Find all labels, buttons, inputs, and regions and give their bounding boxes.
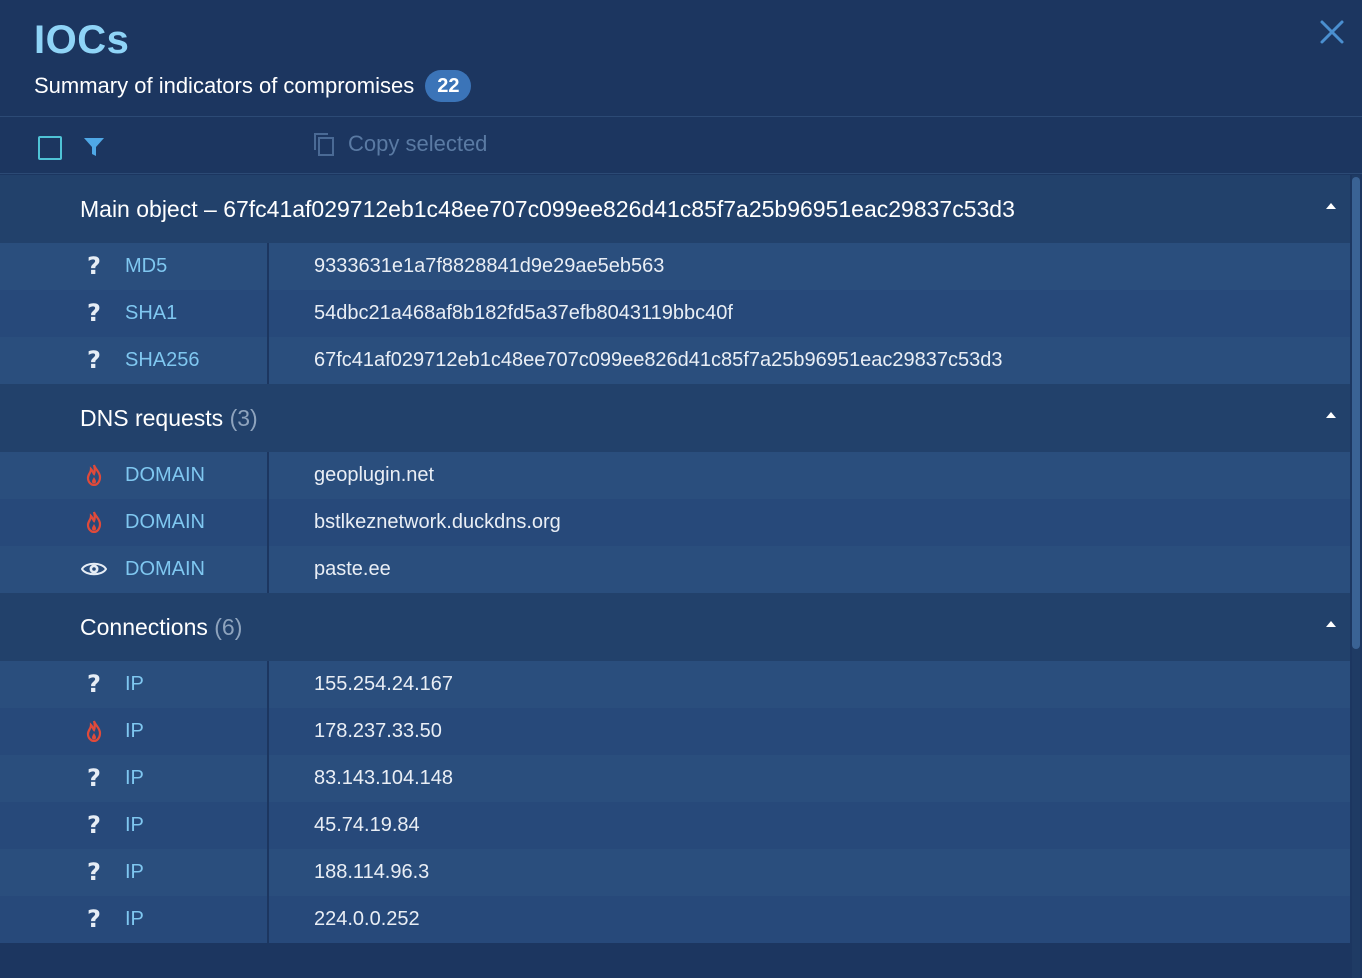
ioc-value: 224.0.0.252 (314, 908, 420, 930)
copy-selected-label: Copy selected (348, 131, 488, 156)
question-icon: ? (87, 670, 101, 698)
section-title-text: Connections (80, 613, 208, 640)
ioc-row[interactable]: ? IP 155.254.24.167 (0, 661, 1350, 708)
fire-icon (80, 717, 108, 745)
ioc-type: SHA256 (125, 349, 200, 371)
ioc-type: MD5 (125, 255, 168, 277)
section-title: DNS requests (3) (80, 405, 258, 432)
copy-icon (314, 133, 334, 156)
fire-icon (80, 461, 108, 489)
ioc-row[interactable]: ? IP 188.114.96.3 (0, 849, 1350, 896)
ioc-count-badge: 22 (425, 70, 472, 102)
ioc-value: geoplugin.net (314, 464, 435, 486)
select-all-checkbox[interactable] (38, 136, 62, 160)
modal-header: IOCs Summary of indicators of compromise… (0, 0, 1362, 117)
filter-button[interactable] (83, 136, 105, 158)
ioc-value: 155.254.24.167 (314, 673, 454, 695)
ioc-type: IP (125, 720, 144, 742)
ioc-value: 188.114.96.3 (314, 861, 430, 883)
ioc-type: IP (125, 861, 144, 883)
ioc-type: DOMAIN (125, 464, 205, 486)
ioc-row[interactable]: ? SHA256 67fc41af029712eb1c48ee707c099ee… (0, 337, 1350, 384)
section-count: (3) (229, 404, 258, 431)
column-divider (267, 290, 269, 337)
question-icon: ? (87, 858, 101, 886)
ioc-row[interactable]: DOMAIN paste.ee (0, 546, 1350, 593)
ioc-value: 178.237.33.50 (314, 720, 442, 742)
question-icon: ? (87, 346, 101, 374)
column-divider (267, 708, 269, 755)
copy-selected-button[interactable]: Copy selected (312, 131, 487, 157)
column-divider (267, 849, 269, 896)
column-divider (267, 896, 269, 943)
ioc-row[interactable]: ? MD5 9333631e1a7f8828841d9e29ae5eb563 (0, 243, 1350, 290)
page-title: IOCs (34, 18, 130, 62)
filter-icon (84, 138, 104, 156)
question-icon: ? (87, 299, 101, 327)
column-divider (267, 499, 269, 546)
section-count: (6) (214, 613, 243, 640)
ioc-row[interactable]: DOMAIN bstlkeznetwork.duckdns.org (0, 499, 1350, 546)
ioc-row[interactable]: ? SHA1 54dbc21a468af8b182fd5a37efb804311… (0, 290, 1350, 337)
section-title: Connections (6) (80, 614, 242, 641)
fire-icon (80, 508, 108, 536)
column-divider (267, 661, 269, 708)
ioc-type: IP (125, 673, 144, 695)
collapse-caret-icon[interactable] (1326, 203, 1336, 209)
section-main-object[interactable]: Main object – 67fc41af029712eb1c48ee707c… (0, 175, 1350, 243)
ioc-type: DOMAIN (125, 511, 205, 533)
section-title: Main object – 67fc41af029712eb1c48ee707c… (80, 195, 1015, 222)
ioc-row[interactable]: IP 178.237.33.50 (0, 708, 1350, 755)
column-divider (267, 802, 269, 849)
ioc-type: SHA1 (125, 302, 178, 324)
ioc-value: 54dbc21a468af8b182fd5a37efb8043119bbc40f (314, 302, 733, 324)
question-icon: ? (87, 905, 101, 933)
eye-icon (80, 555, 108, 583)
column-divider (267, 243, 269, 290)
column-divider (267, 546, 269, 593)
section-dns-requests[interactable]: DNS requests (3) (0, 384, 1350, 452)
page-subtitle: Summary of indicators of compromises (34, 73, 415, 98)
ioc-type: IP (125, 767, 144, 789)
ioc-row[interactable]: ? IP 83.143.104.148 (0, 755, 1350, 802)
close-button[interactable] (1316, 16, 1348, 48)
collapse-caret-icon[interactable] (1326, 412, 1336, 418)
toolbar: Copy selected (0, 117, 1362, 174)
ioc-row[interactable]: DOMAIN geoplugin.net (0, 452, 1350, 499)
column-divider (267, 337, 269, 384)
ioc-value: 67fc41af029712eb1c48ee707c099ee826d41c85… (314, 349, 1003, 371)
question-icon: ? (87, 764, 101, 792)
ioc-row[interactable]: ? IP 224.0.0.252 (0, 896, 1350, 943)
ioc-value: paste.ee (314, 558, 391, 580)
ioc-value: bstlkeznetwork.duckdns.org (314, 511, 561, 533)
question-icon: ? (87, 811, 101, 839)
ioc-type: IP (125, 908, 144, 930)
section-connections[interactable]: Connections (6) (0, 593, 1350, 661)
subtitle-row: Summary of indicators of compromises 22 (34, 70, 472, 102)
ioc-row[interactable]: ? IP 45.74.19.84 (0, 802, 1350, 849)
ioc-list: Main object – 67fc41af029712eb1c48ee707c… (0, 175, 1350, 978)
ioc-value: 45.74.19.84 (314, 814, 420, 836)
ioc-type: IP (125, 814, 144, 836)
question-icon: ? (87, 252, 101, 280)
ioc-value: 83.143.104.148 (314, 767, 454, 789)
ioc-value: 9333631e1a7f8828841d9e29ae5eb563 (314, 255, 665, 277)
collapse-caret-icon[interactable] (1326, 621, 1336, 627)
section-title-text: DNS requests (80, 404, 224, 431)
scrollbar[interactable] (1352, 175, 1360, 978)
column-divider (267, 755, 269, 802)
scrollbar-thumb[interactable] (1352, 177, 1360, 649)
ioc-type: DOMAIN (125, 558, 205, 580)
column-divider (267, 452, 269, 499)
close-icon (1320, 20, 1344, 44)
